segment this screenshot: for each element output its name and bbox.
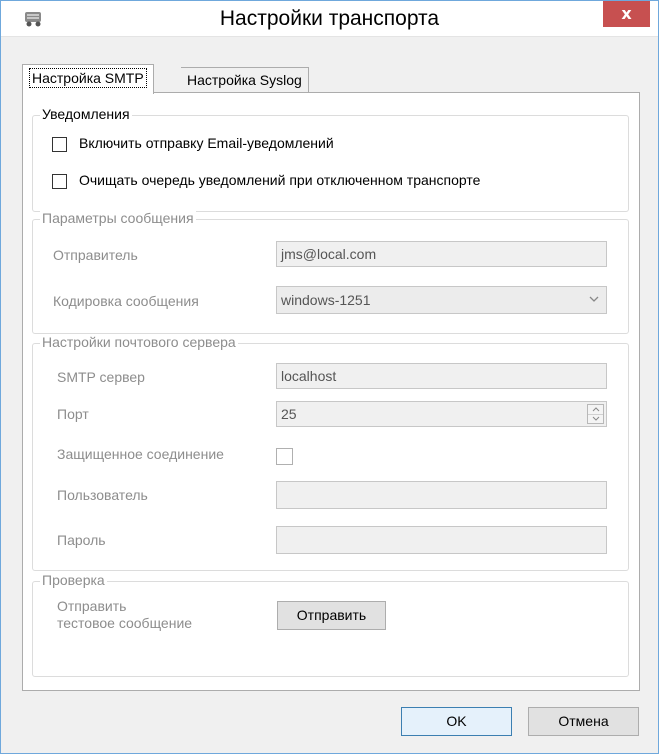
smtp-server-field[interactable]: localhost bbox=[276, 363, 607, 389]
message-params-group: Параметры сообщения Отправитель jms@loca… bbox=[32, 210, 629, 334]
chevron-up-icon[interactable] bbox=[588, 405, 603, 414]
check-group-title: Проверка bbox=[40, 572, 107, 588]
mail-server-group-title: Настройки почтового сервера bbox=[40, 334, 238, 350]
close-button[interactable]: x bbox=[603, 1, 650, 27]
send-test-button[interactable]: Отправить bbox=[277, 601, 386, 630]
port-label: Порт bbox=[57, 406, 89, 422]
encoding-value: windows-1251 bbox=[281, 292, 371, 308]
password-label: Пароль bbox=[57, 532, 106, 548]
tab-syslog-label: Настройка Syslog bbox=[187, 72, 302, 88]
tab-smtp[interactable]: Настройка SMTP bbox=[22, 64, 154, 94]
title-bar[interactable]: Настройки транспорта x bbox=[1, 1, 658, 37]
password-field[interactable] bbox=[276, 526, 607, 554]
settings-window: Настройки транспорта x Настройка SMTP На… bbox=[0, 0, 659, 754]
secure-connection-label: Защищенное соединение bbox=[57, 446, 224, 462]
window-title: Настройки транспорта bbox=[219, 7, 440, 30]
tab-panel-smtp: Уведомления Включить отправку Email-увед… bbox=[22, 92, 640, 691]
mail-server-group: Настройки почтового сервера SMTP сервер … bbox=[32, 334, 629, 571]
enable-email-checkbox[interactable] bbox=[52, 137, 67, 152]
clear-queue-checkbox[interactable] bbox=[52, 174, 67, 189]
check-group: Проверка Отправить тестовое сообщение От… bbox=[32, 572, 629, 677]
port-field[interactable]: 25 bbox=[276, 401, 607, 427]
port-spinner[interactable] bbox=[587, 404, 604, 424]
smtp-server-label: SMTP сервер bbox=[57, 369, 145, 385]
close-icon: x bbox=[621, 4, 632, 23]
ok-button[interactable]: OK bbox=[401, 707, 512, 736]
encoding-label: Кодировка сообщения bbox=[53, 293, 199, 309]
message-params-group-title: Параметры сообщения bbox=[40, 210, 196, 226]
notifications-group: Уведомления Включить отправку Email-увед… bbox=[32, 106, 629, 212]
tab-smtp-label: Настройка SMTP bbox=[29, 68, 147, 88]
notifications-group-title: Уведомления bbox=[40, 106, 132, 122]
sender-label: Отправитель bbox=[53, 247, 138, 263]
send-test-label-line1: Отправить bbox=[57, 598, 127, 614]
clear-queue-label[interactable]: Очищать очередь уведомлений при отключен… bbox=[79, 172, 480, 188]
encoding-select[interactable]: windows-1251 bbox=[276, 286, 607, 314]
user-label: Пользователь bbox=[57, 487, 148, 503]
chevron-down-icon[interactable] bbox=[588, 414, 603, 423]
send-test-label: Отправить тестовое сообщение bbox=[57, 598, 192, 632]
sender-field[interactable]: jms@local.com bbox=[276, 241, 607, 267]
user-field[interactable] bbox=[276, 481, 607, 509]
enable-email-label[interactable]: Включить отправку Email-уведомлений bbox=[79, 135, 334, 151]
port-value: 25 bbox=[281, 406, 297, 422]
cancel-button[interactable]: Отмена bbox=[528, 707, 639, 736]
send-test-label-line2: тестовое сообщение bbox=[57, 615, 193, 631]
chevron-down-icon bbox=[588, 288, 600, 318]
secure-connection-checkbox[interactable] bbox=[276, 448, 293, 465]
tab-syslog[interactable]: Настройка Syslog bbox=[181, 67, 309, 94]
